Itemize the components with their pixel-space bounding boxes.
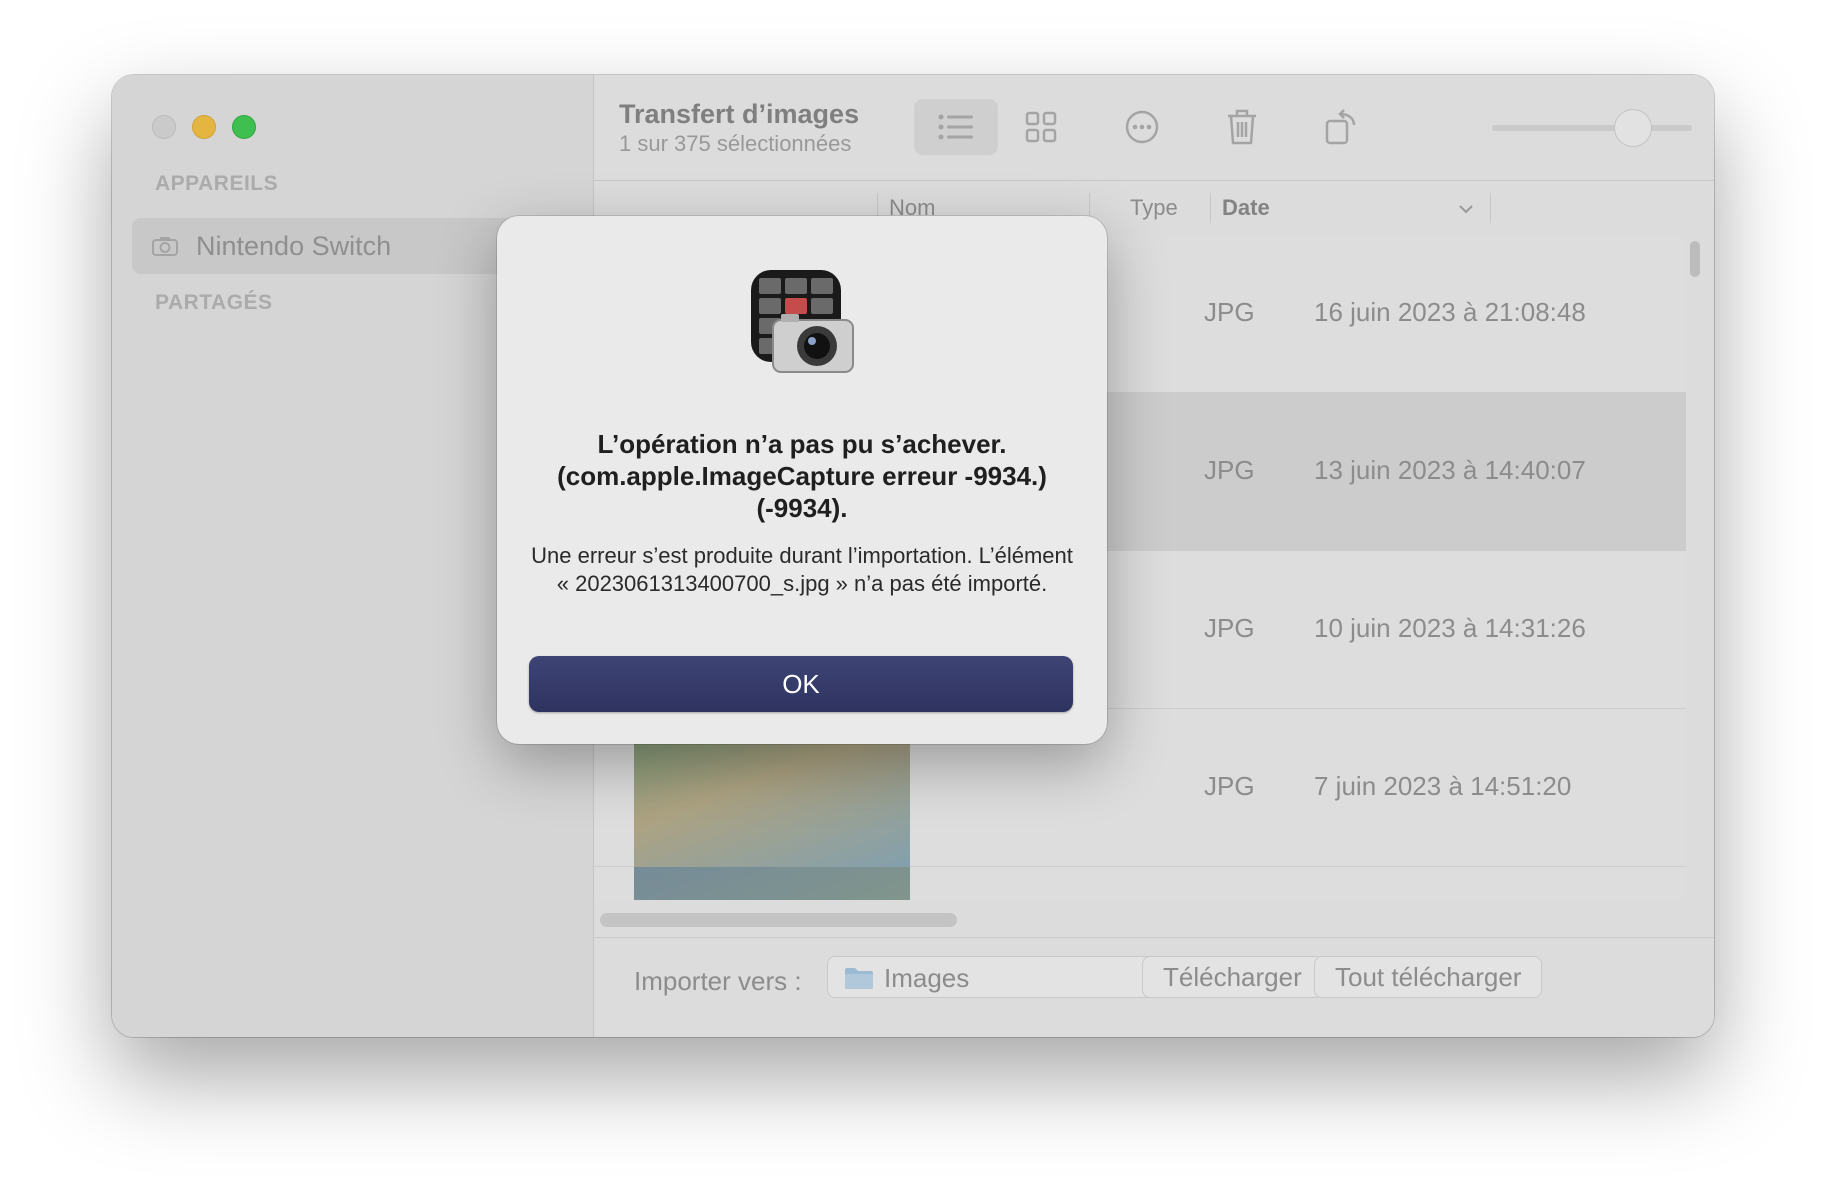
- image-capture-app-icon: [747, 268, 857, 383]
- alert-title: L’opération n’a pas pu s’achever. (com.a…: [557, 429, 1047, 523]
- error-alert-dialog: L’opération n’a pas pu s’achever. (com.a…: [497, 216, 1107, 744]
- alert-message: Une erreur s’est produite durant l’impor…: [531, 543, 1073, 596]
- ok-button[interactable]: OK: [529, 656, 1073, 712]
